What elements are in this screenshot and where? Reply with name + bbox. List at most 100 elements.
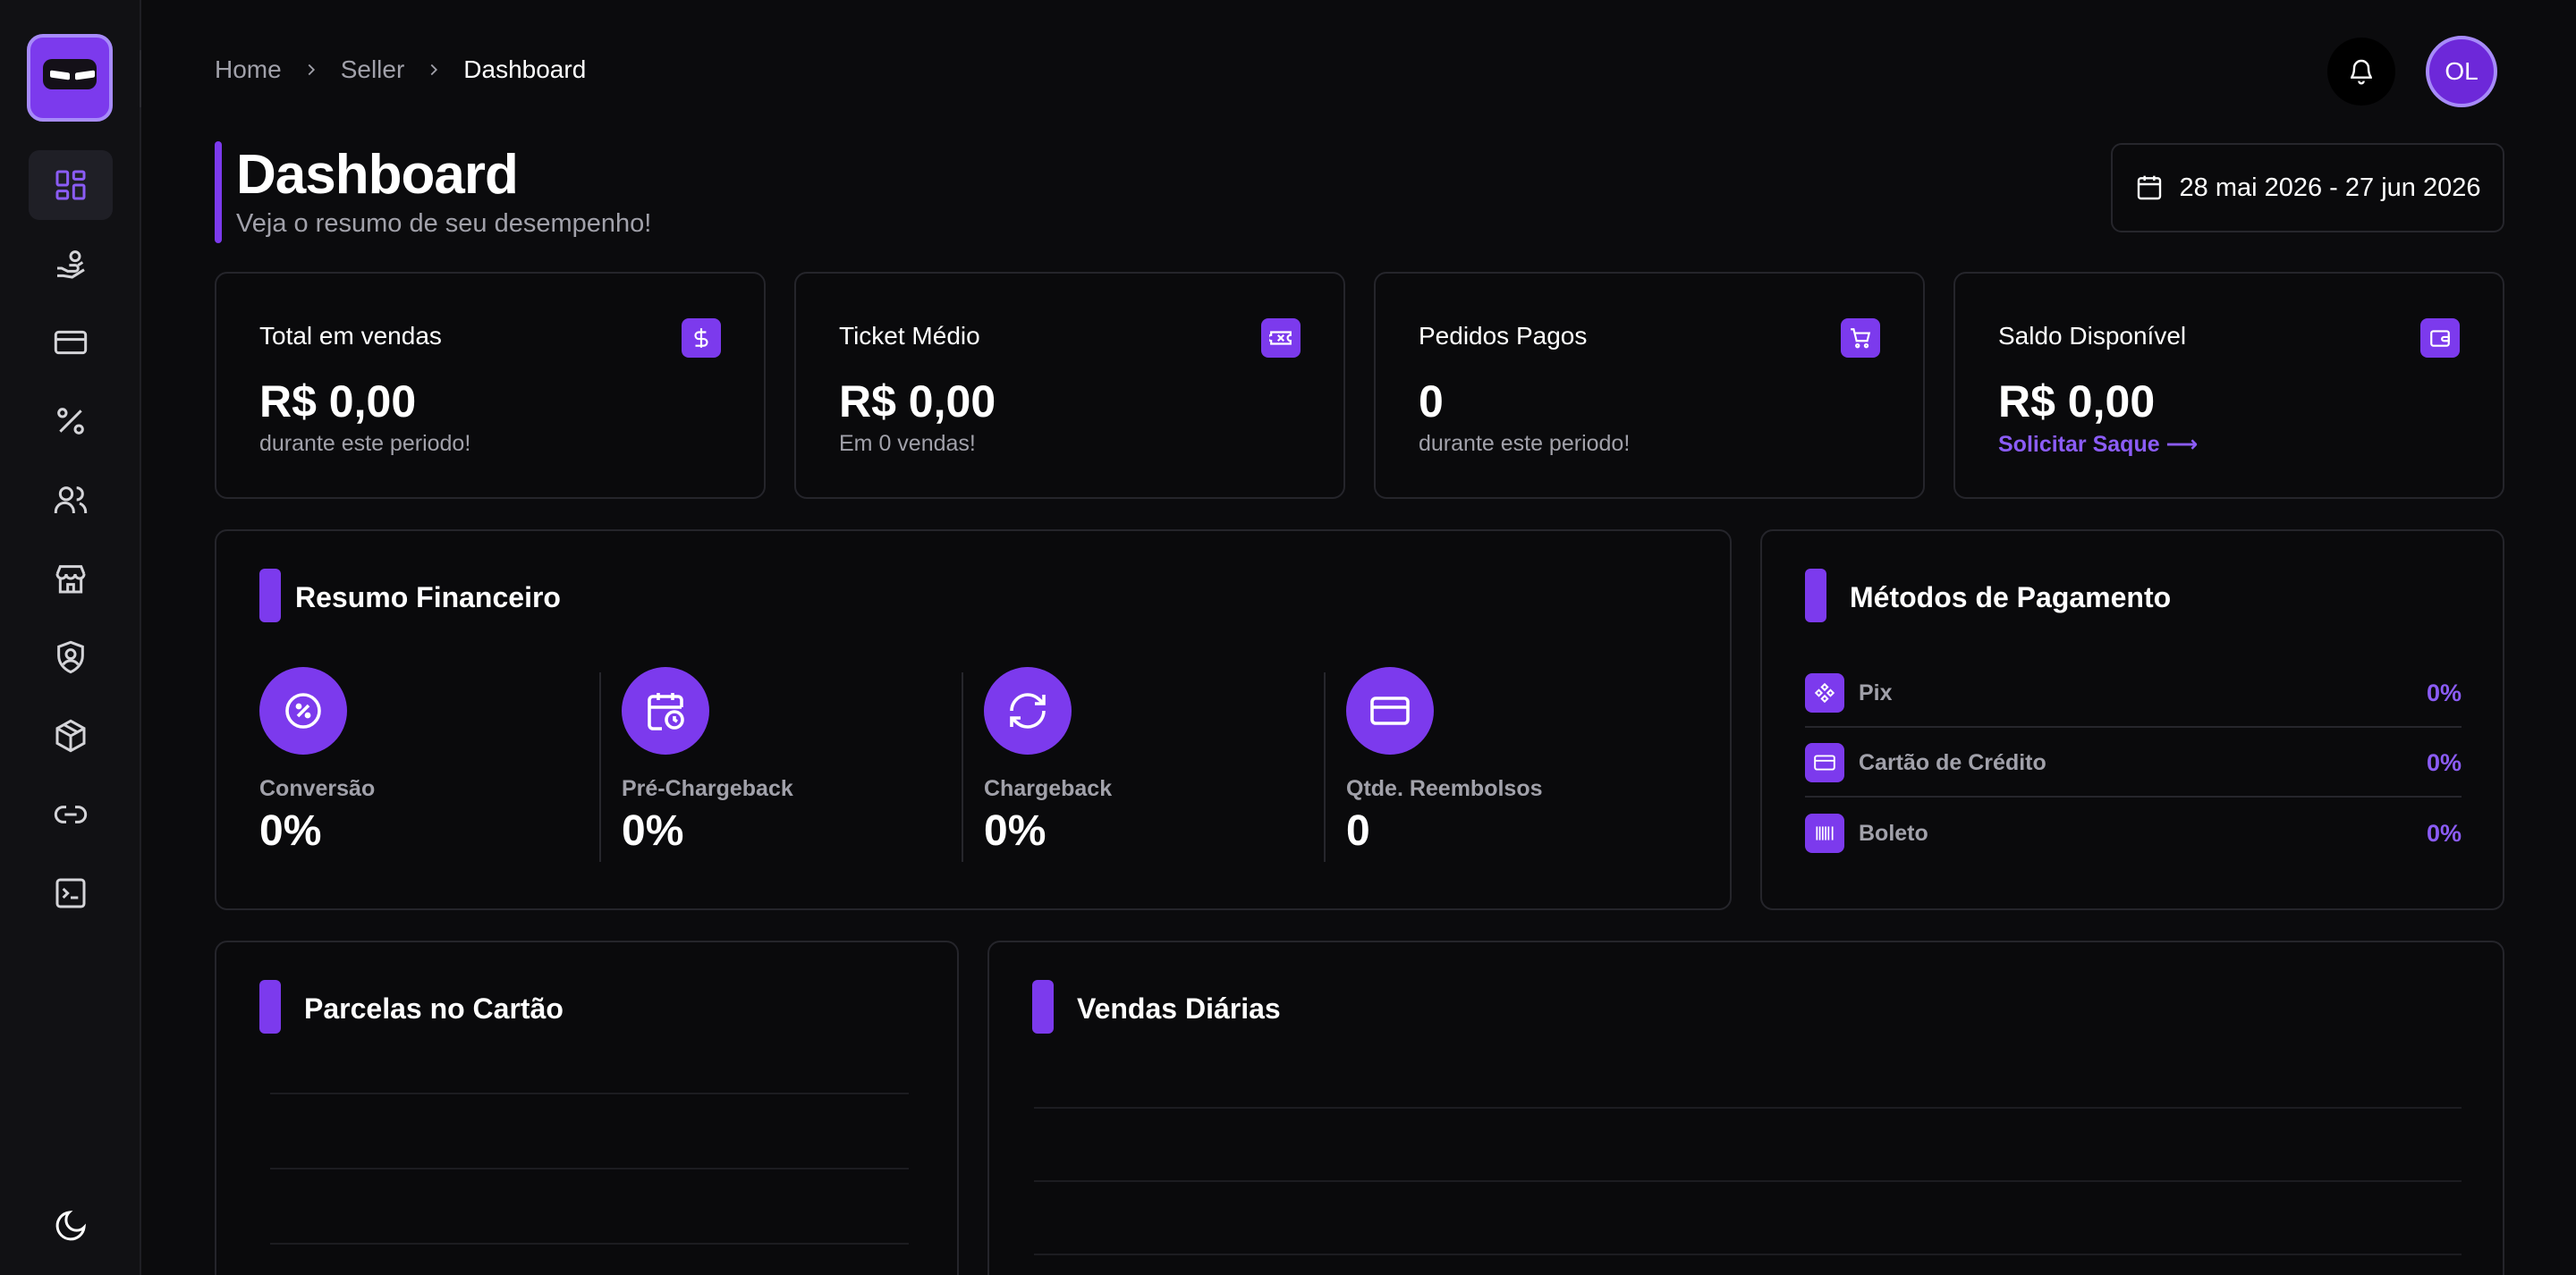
breadcrumb: Home Seller Dashboard <box>215 55 586 84</box>
avatar[interactable]: OL <box>2426 36 2497 107</box>
metric-pre-chargeback: Pré-Chargeback 0% <box>622 663 962 855</box>
chart-gridline <box>1034 1254 2462 1255</box>
stat-card-available-balance: Saldo Disponível R$ 0,00 Solicitar Saque… <box>1953 272 2504 499</box>
request-withdrawal-link[interactable]: Solicitar Saque ⟶ <box>1998 431 2198 458</box>
cart-icon <box>1841 318 1880 358</box>
sidebar-item-products[interactable] <box>29 701 113 771</box>
sidebar <box>0 0 141 1275</box>
calendar-icon <box>2137 175 2161 200</box>
metric-value: 0% <box>259 807 322 855</box>
chevron-right-icon <box>430 63 438 76</box>
title-accent-bar <box>215 141 222 243</box>
metric-divider <box>1324 672 1326 862</box>
barcode-icon <box>1805 814 1844 853</box>
payment-method-name: Pix <box>1859 680 1893 705</box>
logo[interactable] <box>27 34 113 122</box>
refresh-icon <box>984 667 1072 755</box>
credit-card-icon <box>1805 743 1844 782</box>
payment-method-percent: 0% <box>2426 679 2462 706</box>
section-accent-bar <box>259 980 281 1034</box>
theme-toggle-button[interactable] <box>29 1191 113 1261</box>
section-accent-bar <box>1805 569 1826 622</box>
stat-note: Em 0 vendas! <box>839 431 976 456</box>
sidebar-item-dashboard[interactable] <box>29 150 113 220</box>
chart-gridline <box>270 1243 909 1245</box>
sidebar-item-api[interactable] <box>29 858 113 928</box>
section-accent-bar <box>1032 980 1054 1034</box>
pix-icon <box>1805 673 1844 713</box>
breadcrumb-home[interactable]: Home <box>215 55 282 84</box>
stat-note: durante este periodo! <box>259 431 471 456</box>
percent-badge-icon <box>259 667 347 755</box>
link-icon <box>54 806 88 823</box>
sidebar-item-customers[interactable] <box>29 465 113 535</box>
shield-user-icon <box>57 640 84 674</box>
payment-method-percent: 0% <box>2426 819 2462 847</box>
notifications-button[interactable] <box>2327 38 2395 106</box>
payment-method-row: Pix 0% <box>1805 660 2462 728</box>
moon-icon <box>55 1210 87 1241</box>
metric-chargeback: Chargeback 0% <box>984 663 1324 855</box>
hand-coins-icon <box>57 250 85 279</box>
payment-method-row: Cartão de Crédito 0% <box>1805 730 2462 798</box>
percent-icon <box>57 408 84 435</box>
metric-value: 0% <box>622 807 684 855</box>
chart-gridline <box>270 1093 909 1094</box>
ticket-icon <box>1261 318 1301 358</box>
payment-methods-card: Métodos de Pagamento Pix 0% Cartão de Cr… <box>1760 529 2504 910</box>
calendar-clock-icon <box>622 667 709 755</box>
breadcrumb-current: Dashboard <box>463 55 587 83</box>
dollar-icon <box>682 318 721 358</box>
sidebar-divider <box>140 50 141 107</box>
section-title: Parcelas no Cartão <box>304 992 564 1025</box>
daily-sales-card: Vendas Diárias <box>987 941 2504 1275</box>
metric-conversion: Conversão 0% <box>259 663 599 855</box>
metric-value: 0 <box>1346 807 1370 855</box>
payment-method-row: Boleto 0% <box>1805 799 2462 867</box>
stat-card-total-sales: Total em vendas R$ 0,00 durante este per… <box>215 272 766 499</box>
payment-method-percent: 0% <box>2426 748 2462 776</box>
stat-label: Pedidos Pagos <box>1419 322 1588 350</box>
sidebar-item-store[interactable] <box>29 544 113 613</box>
stat-value: R$ 0,00 <box>1998 376 2156 426</box>
page-title: Dashboard <box>236 144 519 206</box>
metric-refunds: Qtde. Reembolsos 0 <box>1346 663 1686 855</box>
page-subtitle: Veja o resumo de seu desempenho! <box>236 209 652 238</box>
stat-label: Ticket Médio <box>839 322 980 350</box>
metric-label: Chargeback <box>984 776 1113 801</box>
card-icon <box>1346 667 1434 755</box>
dashboard-icon <box>55 170 86 200</box>
credit-card-icon <box>54 330 88 355</box>
metric-divider <box>962 672 963 862</box>
section-title: Métodos de Pagamento <box>1850 581 2172 613</box>
section-title: Resumo Financeiro <box>295 581 561 613</box>
payment-method-name: Boleto <box>1859 820 1928 846</box>
metric-label: Pré-Chargeback <box>622 776 793 801</box>
stat-value: 0 <box>1419 376 1444 426</box>
stat-value: R$ 0,00 <box>259 376 417 426</box>
sidebar-item-links[interactable] <box>29 780 113 849</box>
sidebar-item-security[interactable] <box>29 622 113 692</box>
sidebar-item-coupons[interactable] <box>29 386 113 456</box>
stat-label: Total em vendas <box>259 322 442 350</box>
metric-label: Qtde. Reembolsos <box>1346 776 1543 801</box>
stat-label: Saldo Disponível <box>1998 322 2187 350</box>
date-range-picker[interactable]: 28 mai 2026 - 27 jun 2026 <box>2111 143 2504 232</box>
package-icon <box>55 719 86 753</box>
chart-gridline <box>1034 1107 2462 1109</box>
sidebar-item-payouts[interactable] <box>29 229 113 299</box>
store-icon <box>55 565 86 594</box>
stat-value: R$ 0,00 <box>839 376 996 426</box>
metric-divider <box>599 672 601 862</box>
section-title: Vendas Diárias <box>1077 992 1281 1025</box>
metric-label: Conversão <box>259 776 376 801</box>
terminal-icon <box>55 878 86 908</box>
chart-gridline <box>1034 1180 2462 1182</box>
section-accent-bar <box>259 569 281 622</box>
sidebar-item-payments[interactable] <box>29 308 113 377</box>
users-icon <box>54 486 88 513</box>
breadcrumb-seller[interactable]: Seller <box>341 55 405 84</box>
chart-gridline <box>270 1168 909 1169</box>
payment-method-name: Cartão de Crédito <box>1859 749 2046 775</box>
stat-note: durante este periodo! <box>1419 431 1631 456</box>
